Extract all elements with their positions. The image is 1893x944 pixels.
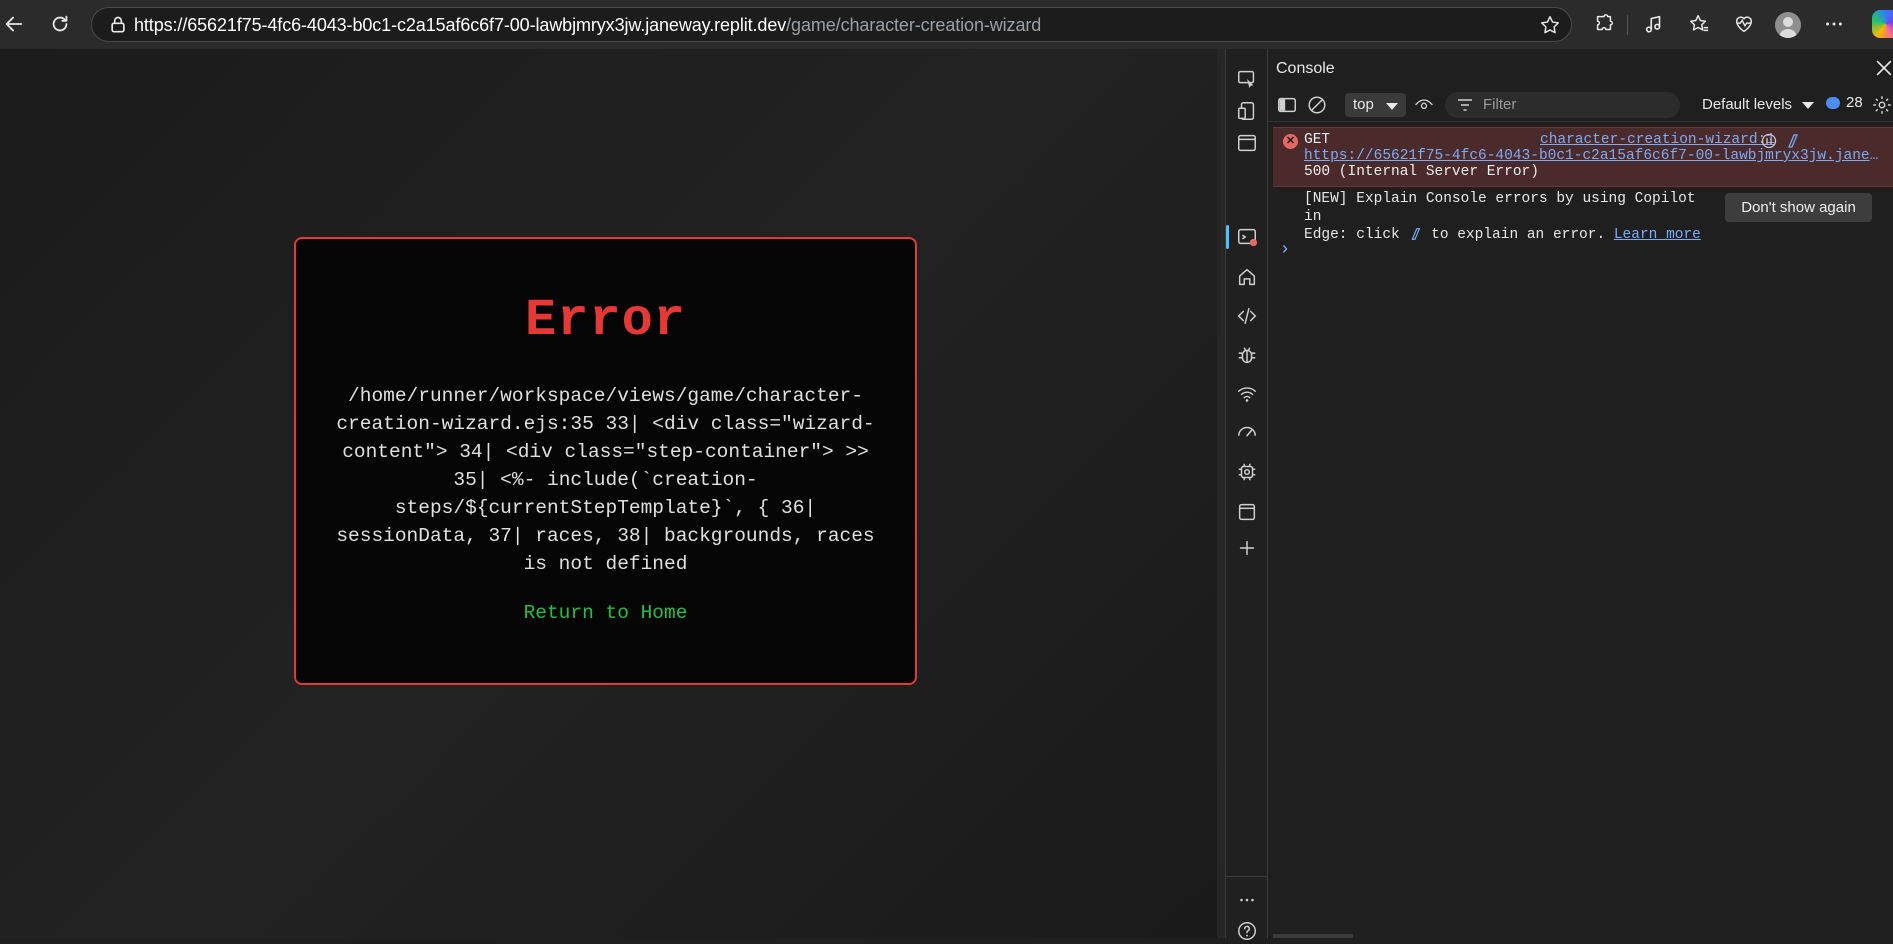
extensions-button[interactable]	[1586, 6, 1622, 42]
close-icon[interactable]	[1873, 57, 1893, 79]
clear-console-icon[interactable]	[1306, 94, 1328, 116]
performance-tool-button[interactable]	[1234, 420, 1260, 446]
profile-avatar[interactable]	[1775, 12, 1801, 38]
gauge-icon	[1238, 426, 1256, 437]
console-tool-button[interactable]	[1234, 224, 1260, 250]
url-path: /game/character-creation-wizard	[786, 15, 1042, 35]
more-horizontal-icon	[1240, 898, 1254, 902]
return-home-link[interactable]: Return to Home	[296, 602, 915, 624]
help-button[interactable]	[1234, 918, 1260, 944]
chevron-down-icon	[1802, 101, 1815, 109]
filter-icon	[1458, 99, 1472, 111]
chevron-down-icon	[1386, 103, 1398, 110]
arrow-left-icon	[5, 16, 23, 32]
more-horizontal-icon	[1826, 22, 1842, 26]
plus-icon	[1239, 540, 1255, 556]
memory-tool-button[interactable]	[1234, 459, 1260, 485]
network-info-icon[interactable]	[1761, 133, 1777, 149]
customize-devtools-button[interactable]	[1234, 887, 1260, 913]
gear-icon[interactable]	[1871, 94, 1893, 116]
refresh-icon	[52, 15, 68, 32]
copilot-icon[interactable]	[1872, 10, 1893, 38]
console-toolbar: top Filter Default levels 28	[1268, 87, 1893, 122]
error-source-link[interactable]: character-creation-wizard:1	[1540, 132, 1775, 148]
favorites-star-icon	[1690, 15, 1709, 32]
error-title: Error	[524, 291, 687, 350]
heart-pulse-icon	[1735, 16, 1753, 33]
filter-placeholder: Filter	[1483, 96, 1517, 113]
browser-toolbar: https://65621f75-4fc6-4043-b0c1-c2a15af6…	[0, 0, 1893, 49]
bug-icon	[1238, 347, 1256, 364]
copilot-explain-icon[interactable]	[1784, 133, 1800, 149]
window-icon	[1238, 134, 1256, 152]
context-select[interactable]: top	[1345, 93, 1406, 117]
error-message: /home/runner/workspace/views/game/charac…	[336, 385, 875, 575]
application-tool-button[interactable]	[1234, 499, 1260, 525]
music-note-icon	[1645, 15, 1661, 33]
home-icon	[1238, 268, 1256, 286]
chip-icon	[1238, 463, 1256, 481]
lock-icon[interactable]	[108, 15, 128, 35]
console-prompt[interactable]: ›	[1282, 238, 1288, 259]
wifi-icon	[1238, 387, 1256, 402]
toolbar-divider	[1627, 15, 1628, 35]
issues-counter[interactable]: 28	[1826, 94, 1863, 111]
message-bubble-icon	[1826, 97, 1840, 110]
context-value: top	[1353, 96, 1374, 113]
live-expression-eye-icon[interactable]	[1414, 95, 1434, 115]
copilot-tip-line2a: Edge: click	[1304, 227, 1400, 243]
devtools-activity-bar	[1225, 49, 1268, 940]
error-status: 500 (Internal Server Error)	[1304, 164, 1539, 180]
sources-tool-button[interactable]	[1234, 342, 1260, 368]
filter-input[interactable]: Filter	[1445, 92, 1680, 118]
elements-tool-button[interactable]	[1234, 303, 1260, 329]
panel-title: Console	[1276, 60, 1335, 77]
settings-more-button[interactable]	[1816, 6, 1852, 42]
dont-show-again-button[interactable]: Don't show again	[1725, 193, 1872, 222]
horizontal-scrollbar[interactable]	[1273, 934, 1353, 938]
network-tool-button[interactable]	[1234, 381, 1260, 407]
home-tool-button[interactable]	[1234, 264, 1260, 290]
url-text[interactable]: https://65621f75-4fc6-4043-b0c1-c2a15af6…	[134, 15, 1041, 36]
page-viewport: Error /home/runner/workspace/views/game/…	[0, 49, 1217, 938]
address-bar[interactable]: https://65621f75-4fc6-4043-b0c1-c2a15af6…	[91, 7, 1572, 42]
devtools-console-panel: Console top Filter Default levels 28 ✕ G…	[1268, 49, 1893, 938]
back-button[interactable]	[0, 6, 32, 42]
media-button[interactable]	[1636, 6, 1672, 42]
help-icon	[1238, 922, 1256, 940]
page-scrollbar[interactable]	[1217, 49, 1225, 938]
console-error-message[interactable]: ✕ GET character-creation-wizard:1 https:…	[1273, 127, 1893, 187]
favorites-button[interactable]	[1681, 6, 1717, 42]
request-method: GET	[1304, 132, 1331, 148]
browser-essentials-button[interactable]	[1726, 6, 1762, 42]
copilot-tip-line2b: to explain an error.	[1431, 227, 1606, 243]
error-card: Error /home/runner/workspace/views/game/…	[294, 237, 917, 685]
url-host: https://65621f75-4fc6-4043-b0c1-c2a15af6…	[134, 15, 787, 35]
device-icon	[1238, 102, 1255, 120]
error-circle-icon: ✕	[1283, 134, 1298, 149]
welcome-tool-button[interactable]	[1234, 130, 1260, 156]
device-emulation-button[interactable]	[1234, 98, 1260, 124]
puzzle-icon	[1596, 14, 1613, 31]
active-tool-indicator	[1226, 225, 1229, 249]
issues-count: 28	[1846, 94, 1863, 111]
inspect-tool-button[interactable]	[1234, 66, 1260, 92]
inspect-icon	[1238, 70, 1255, 89]
star-icon[interactable]	[1539, 14, 1561, 36]
more-tools-button[interactable]	[1234, 535, 1260, 561]
copilot-tip-line1: [NEW] Explain Console errors by using Co…	[1304, 191, 1696, 225]
activity-bar-divider	[1226, 876, 1267, 877]
learn-more-link[interactable]: Learn more	[1614, 227, 1701, 243]
code-icon	[1237, 307, 1257, 325]
error-url-link[interactable]: https://65621f75-4fc6-4043-b0c1-c2a15af6…	[1304, 148, 1880, 164]
console-icon	[1238, 228, 1258, 247]
copilot-explain-icon	[1411, 228, 1421, 240]
copilot-tip: [NEW] Explain Console errors by using Co…	[1304, 190, 1709, 244]
log-levels-value: Default levels	[1702, 96, 1793, 113]
refresh-button[interactable]	[42, 6, 78, 42]
sidebar-toggle-icon[interactable]	[1276, 94, 1298, 116]
log-levels-select[interactable]: Default levels	[1702, 96, 1815, 113]
application-window-icon	[1238, 503, 1256, 521]
